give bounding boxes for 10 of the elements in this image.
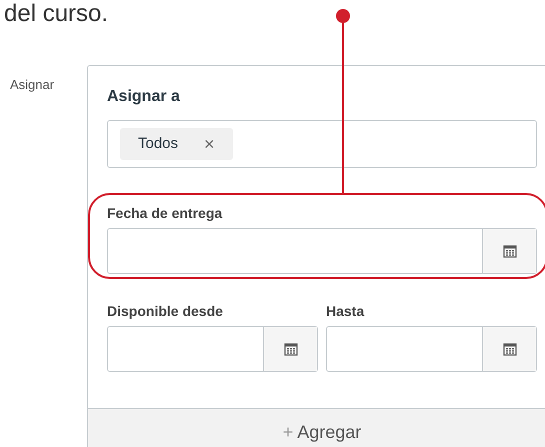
- date-label: Hasta: [326, 302, 366, 320]
- add-button[interactable]: + Agregar: [88, 408, 545, 447]
- section-label: Asignar: [10, 77, 54, 92]
- remove-button[interactable]: ×: [204, 130, 215, 158]
- tag-label: Todos: [138, 134, 178, 154]
- date-label: Disponible desde: [107, 302, 224, 320]
- assignee-field[interactable]: Todos ×: [107, 120, 537, 168]
- assign-to-label: Asignar a: [107, 87, 181, 107]
- intro-text: del curso.: [4, 0, 108, 28]
- due-date-label: Fecha de entrega: [107, 204, 224, 222]
